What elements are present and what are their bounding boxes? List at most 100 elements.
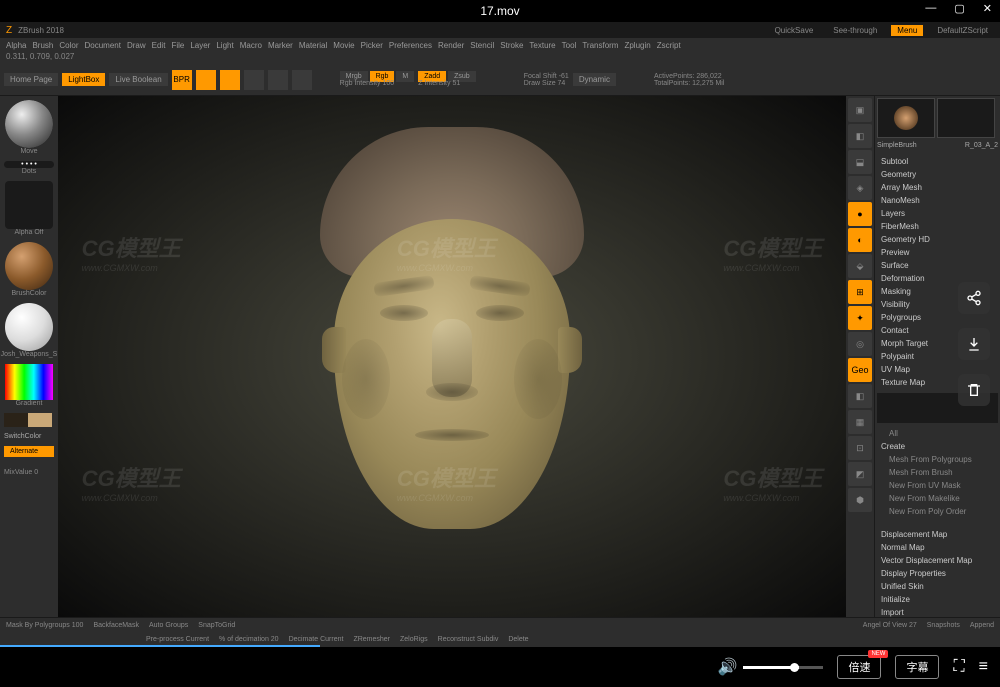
focal-shift-label[interactable]: Focal Shift -61 [524, 73, 569, 80]
sub-all[interactable]: All [881, 427, 994, 440]
bb-autogroup[interactable]: Auto Groups [149, 622, 188, 629]
subtitle-button[interactable]: 字幕 [895, 655, 939, 679]
dynamic-button[interactable]: Dynamic [573, 73, 616, 86]
rt-icon-10[interactable]: ◎ [848, 332, 872, 356]
menu-zplugin[interactable]: Zplugin [624, 41, 650, 50]
maximize-button[interactable]: ▢ [954, 2, 964, 15]
menu-macro[interactable]: Macro [240, 41, 262, 50]
bb-decim[interactable]: Decimate Current [289, 636, 344, 643]
rt-icon-8[interactable]: ⊞ [848, 280, 872, 304]
see-through-toggle[interactable]: See-through [827, 25, 883, 36]
menu-layer[interactable]: Layer [190, 41, 210, 50]
move-button[interactable] [292, 70, 312, 90]
bb-snapshots[interactable]: Snapshots [927, 622, 960, 629]
menu-tool[interactable]: Tool [562, 41, 577, 50]
rt-icon-6[interactable]: ◐ [848, 228, 872, 252]
section-disp[interactable]: Displacement Map [881, 528, 994, 541]
menu-render[interactable]: Render [438, 41, 464, 50]
section-display[interactable]: Display Properties [881, 567, 994, 580]
alternate-button[interactable]: Alternate [4, 446, 54, 457]
sub-mfb[interactable]: Mesh From Brush [881, 466, 994, 479]
material-slot[interactable]: BrushColor [4, 242, 54, 297]
color-picker-slot[interactable]: Gradient [4, 364, 54, 407]
brush-slot[interactable]: Move [4, 100, 54, 155]
menu-alpha[interactable]: Alpha [6, 41, 26, 50]
alpha-slot[interactable]: Alpha Off [4, 181, 54, 236]
volume-slider[interactable] [743, 666, 823, 669]
section-fiber[interactable]: FiberMesh [881, 220, 994, 233]
draw-mode-button[interactable] [220, 70, 240, 90]
viewport-canvas[interactable]: CG模型王www.CGMXW.com CG模型王www.CGMXW.com CG… [58, 96, 846, 617]
rt-icon-3[interactable]: ⬓ [848, 150, 872, 174]
fullscreen-button[interactable]: ⛶ [953, 658, 964, 676]
section-import[interactable]: Import [881, 606, 994, 617]
rt-icon-7[interactable]: ⬙ [848, 254, 872, 278]
menu-color[interactable]: Color [59, 41, 78, 50]
edit-mode-button[interactable] [196, 70, 216, 90]
rt-icon-2[interactable]: ◧ [848, 124, 872, 148]
section-nano[interactable]: NanoMesh [881, 194, 994, 207]
bb-decim-pct[interactable]: % of decimation 20 [219, 636, 279, 643]
bb-preprocess[interactable]: Pre-process Current [146, 636, 209, 643]
menu-edit[interactable]: Edit [152, 41, 166, 50]
menu-file[interactable]: File [171, 41, 184, 50]
menu-movie[interactable]: Movie [333, 41, 354, 50]
section-array[interactable]: Array Mesh [881, 181, 994, 194]
sub-create[interactable]: Create [881, 440, 994, 453]
bb-zremesher[interactable]: ZRemesher [353, 636, 390, 643]
rt-icon-12[interactable]: ◧ [848, 384, 872, 408]
menu-zscript[interactable]: Zscript [657, 41, 681, 50]
menu-draw[interactable]: Draw [127, 41, 146, 50]
menu-document[interactable]: Document [85, 41, 121, 50]
menu-texture[interactable]: Texture [529, 41, 555, 50]
menu-brush[interactable]: Brush [32, 41, 53, 50]
volume-icon[interactable]: 🔊 [718, 657, 738, 677]
section-geohd[interactable]: Geometry HD [881, 233, 994, 246]
swatch-b[interactable] [28, 413, 52, 427]
menu-preferences[interactable]: Preferences [389, 41, 432, 50]
bb-append[interactable]: Append [970, 622, 994, 629]
section-layers[interactable]: Layers [881, 207, 994, 220]
rt-icon-1[interactable]: ▣ [848, 98, 872, 122]
lightbox-button[interactable]: LightBox [62, 73, 105, 86]
menu-stencil[interactable]: Stencil [470, 41, 494, 50]
stroke-slot[interactable]: • • • • Dots [4, 161, 54, 175]
rt-icon-9[interactable]: ✦ [848, 306, 872, 330]
live-boolean-button[interactable]: Live Boolean [109, 73, 167, 86]
section-vdisp[interactable]: Vector Displacement Map [881, 554, 994, 567]
rt-icon-16[interactable]: ⬢ [848, 488, 872, 512]
sub-nfp[interactable]: New From Poly Order [881, 505, 994, 518]
share-button[interactable] [958, 282, 990, 314]
sub-mfp[interactable]: Mesh From Polygroups [881, 453, 994, 466]
bpr-button[interactable]: BPR [172, 70, 192, 90]
download-button[interactable] [958, 328, 990, 360]
scale-button[interactable] [244, 70, 264, 90]
rt-icon-4[interactable]: ◈ [848, 176, 872, 200]
tool-thumb-a[interactable] [877, 98, 935, 138]
bb-zelorigs[interactable]: ZeloRigs [400, 636, 428, 643]
bb-backface[interactable]: BackfaceMask [93, 622, 139, 629]
bb-aov[interactable]: Angel Of View 27 [863, 622, 917, 629]
swatch-a[interactable] [4, 413, 28, 427]
home-page-button[interactable]: Home Page [4, 73, 58, 86]
menu-material[interactable]: Material [299, 41, 327, 50]
menu-picker[interactable]: Picker [361, 41, 383, 50]
texture-slot[interactable]: Josh_Weapons_S [4, 303, 54, 358]
rotate-button[interactable] [268, 70, 288, 90]
section-normal[interactable]: Normal Map [881, 541, 994, 554]
section-geometry[interactable]: Geometry [881, 168, 994, 181]
menu-button[interactable]: Menu [891, 25, 923, 36]
bb-mask[interactable]: Mask By Polygroups 100 [6, 622, 83, 629]
bb-snap[interactable]: SnapToGrid [198, 622, 235, 629]
section-subtool[interactable]: Subtool [881, 155, 994, 168]
draw-size-label[interactable]: Draw Size 74 [524, 80, 569, 87]
close-button[interactable]: ✕ [983, 2, 992, 15]
menu-stroke[interactable]: Stroke [500, 41, 523, 50]
bb-reconstruct[interactable]: Reconstruct Subdiv [438, 636, 499, 643]
menu-light[interactable]: Light [216, 41, 233, 50]
rt-icon-15[interactable]: ◩ [848, 462, 872, 486]
sub-nfm[interactable]: New From Makelike [881, 492, 994, 505]
rt-icon-5[interactable]: ● [848, 202, 872, 226]
rt-icon-13[interactable]: ▦ [848, 410, 872, 434]
speed-button[interactable]: 倍速 NEW [837, 655, 881, 679]
